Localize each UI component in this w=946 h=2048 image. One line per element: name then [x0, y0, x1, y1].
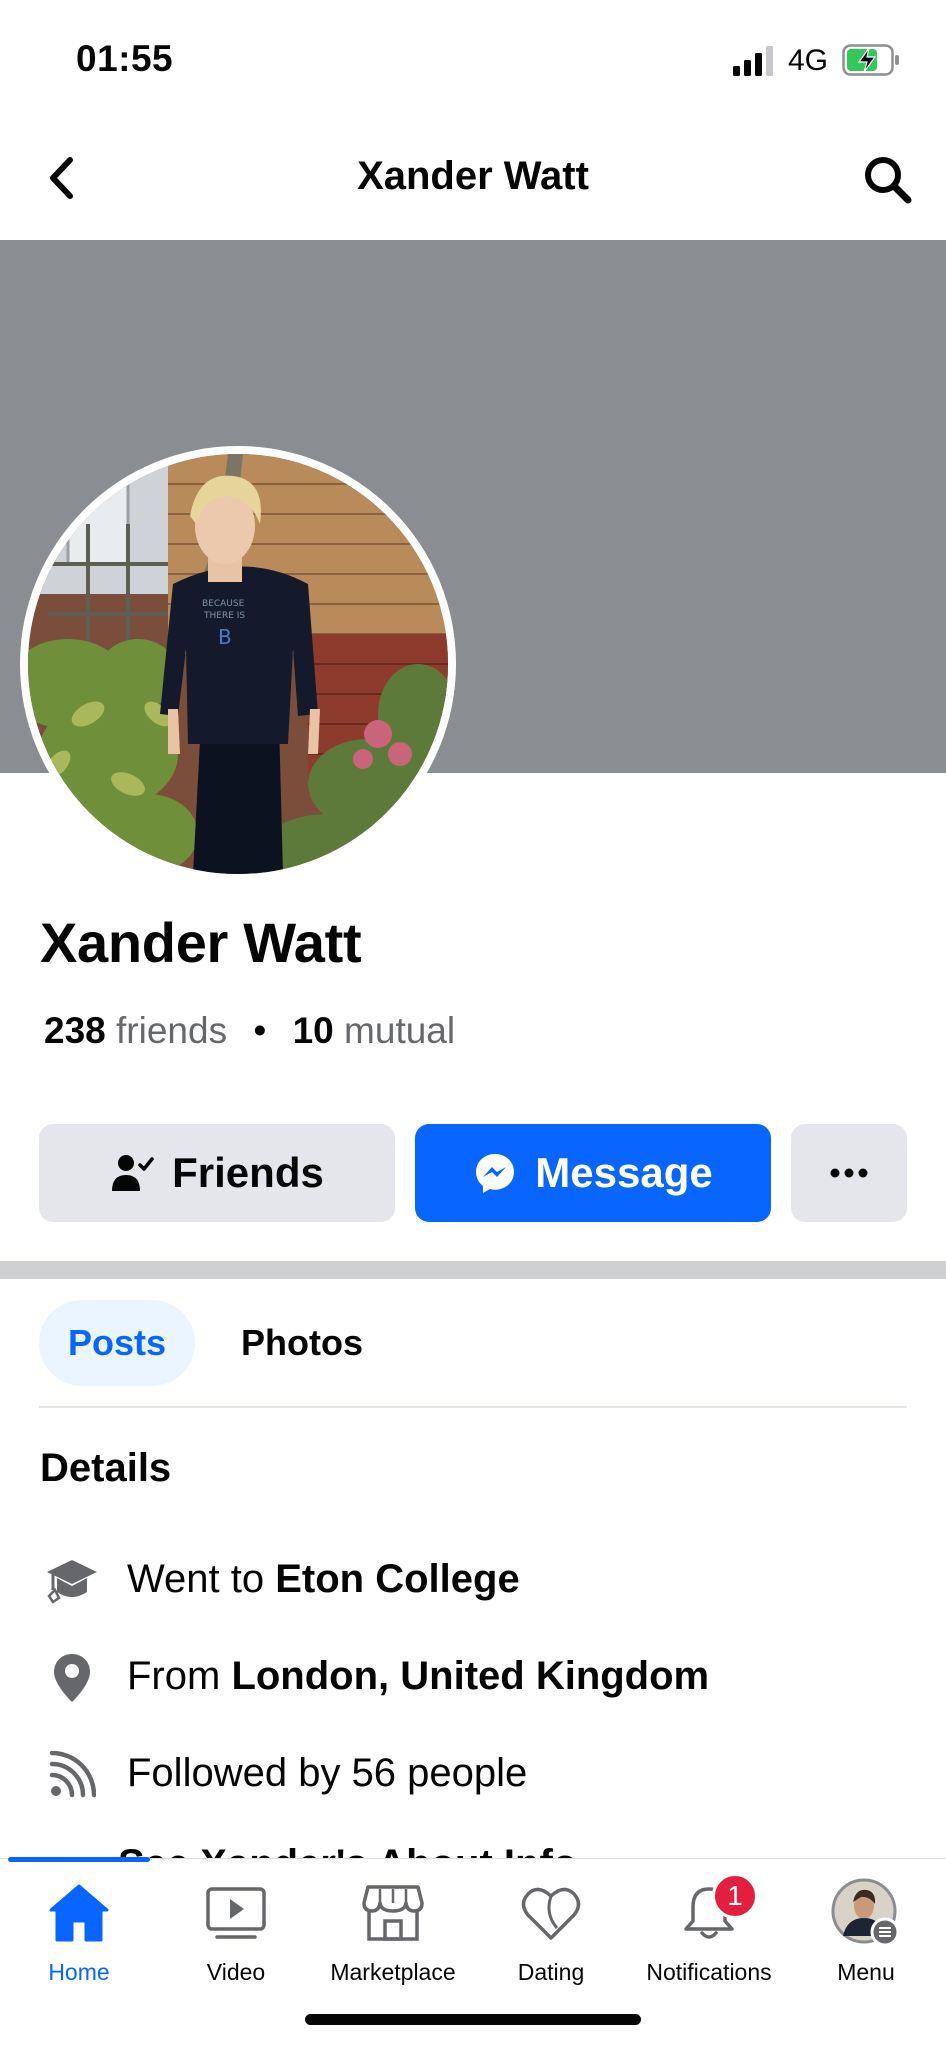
friends-count: 238: [44, 1010, 106, 1051]
detail-education-prefix: Went to: [127, 1557, 276, 1601]
detail-education-school[interactable]: Eton College: [275, 1557, 519, 1601]
profile-photo: BECAUSE THERE IS B: [28, 454, 448, 874]
tab-photos[interactable]: Photos: [222, 1300, 382, 1386]
svg-text:THERE IS: THERE IS: [203, 611, 245, 621]
friends-button-label: Friends: [172, 1149, 324, 1196]
friend-check-icon: [112, 1155, 154, 1191]
battery-charging-icon: [842, 44, 899, 76]
detail-education-text: Went to Eton College: [127, 1557, 520, 1602]
tabbar-marketplace-label: Marketplace: [330, 1959, 456, 1985]
tabbar-video-label: Video: [206, 1959, 266, 1985]
profile-avatar[interactable]: BECAUSE THERE IS B: [20, 446, 456, 882]
location-pin-icon: [54, 1654, 90, 1702]
tabbar-marketplace[interactable]: Marketplace: [314, 1859, 472, 1989]
status-bar: 01:55 4G: [0, 0, 946, 120]
svg-text:B: B: [218, 625, 232, 649]
more-dots-icon: [830, 1168, 868, 1178]
mutual-count: 10: [292, 1010, 334, 1051]
svg-text:BECAUSE: BECAUSE: [202, 599, 245, 609]
graduation-cap-icon: [47, 1560, 97, 1604]
search-button[interactable]: [858, 150, 918, 210]
network-type: 4G: [788, 44, 829, 77]
dating-heart-icon: [521, 1887, 581, 1940]
tabbar-dating-label: Dating: [517, 1959, 585, 1985]
tabbar-menu-label: Menu: [837, 1959, 895, 1985]
tabs-divider: [39, 1406, 907, 1408]
tabbar-notifications[interactable]: Notifications: [630, 1859, 788, 1989]
friends-summary[interactable]: 238 friends • 10 mutual: [44, 1010, 455, 1052]
menu-avatar-icon: [831, 1878, 900, 1947]
tabbar-home-label: Home: [48, 1959, 110, 1985]
detail-followers-label: Followed by 56 people: [127, 1751, 528, 1795]
profile-name: Xander Watt: [40, 911, 362, 974]
tabbar-dating[interactable]: Dating: [472, 1859, 630, 1989]
detail-followers: Followed by 56 people: [0, 1739, 946, 1809]
detail-followers-text: Followed by 56 people: [127, 1751, 527, 1796]
page-title: Xander Watt: [357, 154, 589, 198]
tabbar-home[interactable]: Home: [0, 1859, 158, 1989]
video-icon: [206, 1887, 266, 1939]
detail-education: Went to Eton College: [0, 1545, 946, 1615]
signal-icon: [733, 46, 773, 76]
more-options-button[interactable]: [791, 1124, 907, 1222]
status-time: 01:55: [76, 38, 174, 79]
detail-hometown-prefix: From: [127, 1654, 232, 1698]
details-heading: Details: [40, 1446, 172, 1490]
home-indicator: [305, 2014, 641, 2025]
notifications-badge: 1: [712, 1873, 758, 1919]
detail-hometown-text: From London, United Kingdom: [127, 1654, 709, 1699]
mutual-label: mutual: [344, 1010, 456, 1051]
detail-hometown: From London, United Kingdom: [0, 1642, 946, 1712]
tab-posts[interactable]: Posts: [39, 1300, 195, 1386]
separator-dot: •: [253, 1010, 267, 1051]
nav-header: Xander Watt: [0, 120, 946, 240]
search-icon: [865, 157, 912, 204]
tabbar-video[interactable]: Video: [157, 1859, 315, 1989]
marketplace-icon: [362, 1885, 424, 1941]
message-button[interactable]: Message: [415, 1124, 771, 1222]
tabbar-notifications-label: Notifications: [646, 1959, 772, 1985]
rss-feed-icon: [49, 1751, 96, 1798]
friends-button[interactable]: Friends: [39, 1124, 395, 1222]
section-divider: [0, 1261, 946, 1279]
detail-hometown-place[interactable]: London, United Kingdom: [231, 1654, 709, 1698]
home-icon: [49, 1884, 109, 1942]
tabbar-menu[interactable]: Menu: [787, 1859, 945, 1989]
friends-label: friends: [116, 1010, 228, 1051]
message-button-label: Message: [535, 1149, 713, 1196]
messenger-icon: [476, 1154, 515, 1193]
